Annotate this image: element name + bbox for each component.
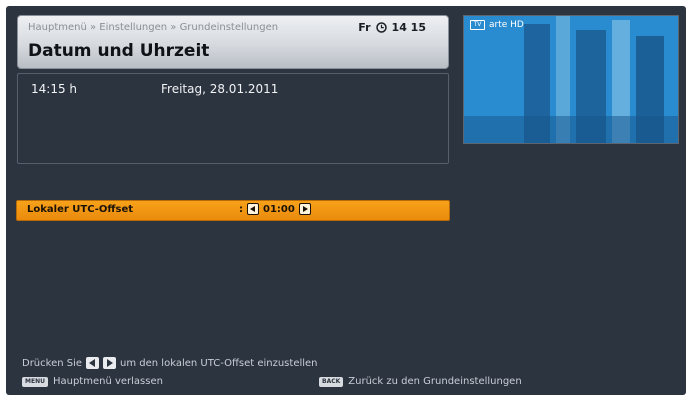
key-right-icon [103, 357, 117, 369]
clock-icon [375, 22, 387, 33]
datetime-info-box: 14:15 h Freitag, 28.01.2011 [17, 73, 449, 164]
channel-name: arte HD [489, 20, 524, 30]
back-action-label: Zurück zu den Grundeinstellungen [348, 376, 522, 387]
footer-menu-action[interactable]: MENU Hauptmenü verlassen [22, 376, 163, 387]
clock: Fr 14 15 [358, 21, 426, 34]
clock-day: Fr [358, 21, 371, 34]
breadcrumb: Hauptmenü » Einstellungen » Grundeinstel… [28, 22, 279, 33]
footer-hint: Drücken Sie um den lokalen UTC-Offset ei… [22, 357, 318, 369]
utc-offset-row[interactable]: Lokaler UTC-Offset : 01:00 [16, 200, 450, 221]
menu-action-label: Hauptmenü verlassen [52, 376, 163, 387]
channel-label: TV arte HD [470, 20, 524, 30]
arrow-right-icon[interactable] [298, 203, 311, 215]
back-key-icon: BACK [319, 376, 344, 387]
channel-preview: TV arte HD [463, 15, 679, 144]
page-title: Datum und Uhrzeit [28, 41, 210, 61]
arrow-left-icon[interactable] [247, 203, 259, 215]
utc-offset-value: 01:00 [263, 203, 295, 215]
current-date: Freitag, 28.01.2011 [161, 82, 279, 96]
key-left-icon [86, 357, 100, 369]
menu-key-icon: MENU [22, 376, 48, 387]
utc-offset-label: Lokaler UTC-Offset [27, 204, 134, 215]
hint-text-before: Drücken Sie [22, 357, 83, 369]
clock-time: 14 15 [391, 21, 426, 34]
tv-screen: Hauptmenü » Einstellungen » Grundeinstel… [6, 6, 686, 395]
footer-back-action[interactable]: BACK Zurück zu den Grundeinstellungen [319, 376, 522, 387]
tv-icon: TV [470, 20, 485, 30]
utc-offset-control[interactable]: : 01:00 [239, 203, 311, 215]
preview-image [464, 16, 678, 143]
current-time: 14:15 h [31, 82, 78, 96]
utc-separator: : [239, 203, 243, 215]
header-bar: Hauptmenü » Einstellungen » Grundeinstel… [17, 15, 449, 69]
hint-text-after: um den lokalen UTC-Offset einzustellen [120, 357, 318, 369]
